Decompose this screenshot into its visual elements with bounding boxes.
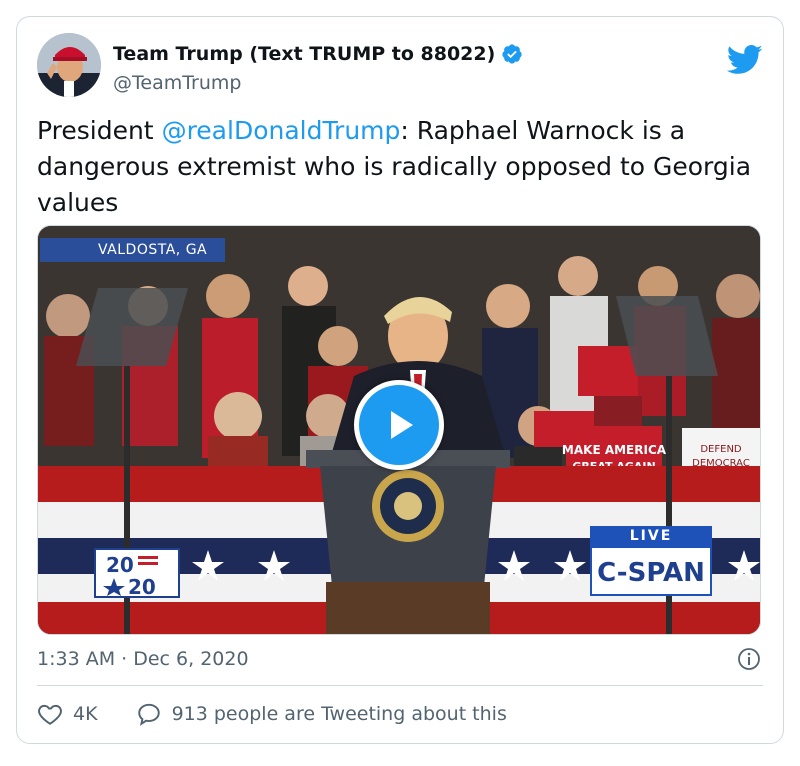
author-display-name[interactable]: Team Trump (Text TRUMP to 88022) (113, 43, 495, 65)
video-player[interactable]: MAKE AMERICA GREAT AGAIN DEFEND DEMOCRAC (37, 225, 761, 635)
play-button[interactable] (354, 380, 444, 470)
verified-icon (501, 43, 523, 65)
location-tag: VALDOSTA, GA (40, 238, 226, 262)
cspan-live-bug: LIVE C-SPAN (590, 526, 712, 598)
tweet-timestamp[interactable]: 1:33 AM · Dec 6, 2020 (37, 648, 249, 670)
play-icon (391, 411, 413, 439)
tweet-text: President @realDonaldTrump: Raphael Warn… (37, 113, 757, 221)
author-name-line: Team Trump (Text TRUMP to 88022) (113, 43, 523, 65)
like-button[interactable]: 4K (37, 701, 98, 727)
info-icon[interactable] (737, 647, 761, 671)
comment-icon (137, 703, 160, 726)
event-logo-2020: 20 20 (94, 548, 180, 599)
divider (37, 685, 763, 686)
tweet-header: Team Trump (Text TRUMP to 88022) @TeamTr… (37, 33, 763, 99)
twitter-bird-icon[interactable] (726, 45, 763, 75)
network-label: C-SPAN (590, 546, 712, 596)
author-handle[interactable]: @TeamTrump (113, 72, 241, 94)
sign-defend: DEFEND (700, 444, 742, 455)
conversation-text: 913 people are Tweeting about this (171, 703, 507, 725)
live-label: LIVE (590, 526, 712, 546)
tweet-actions: 4K 913 people are Tweeting about this (37, 697, 763, 731)
timestamp-row: 1:33 AM · Dec 6, 2020 (37, 645, 763, 673)
heart-icon (38, 704, 62, 725)
like-count: 4K (73, 703, 98, 725)
tweet-card[interactable]: Team Trump (Text TRUMP to 88022) @TeamTr… (16, 16, 784, 744)
sign-make-america: MAKE AMERICA (562, 443, 667, 457)
mention-link[interactable]: @realDonaldTrump (162, 116, 401, 145)
event-logo-top: 20 (106, 553, 134, 577)
event-logo-bottom: 20 (128, 575, 156, 596)
tweet-text-prefix: President (37, 116, 162, 145)
avatar[interactable] (37, 33, 101, 97)
conversation-link[interactable]: 913 people are Tweeting about this (136, 701, 507, 727)
